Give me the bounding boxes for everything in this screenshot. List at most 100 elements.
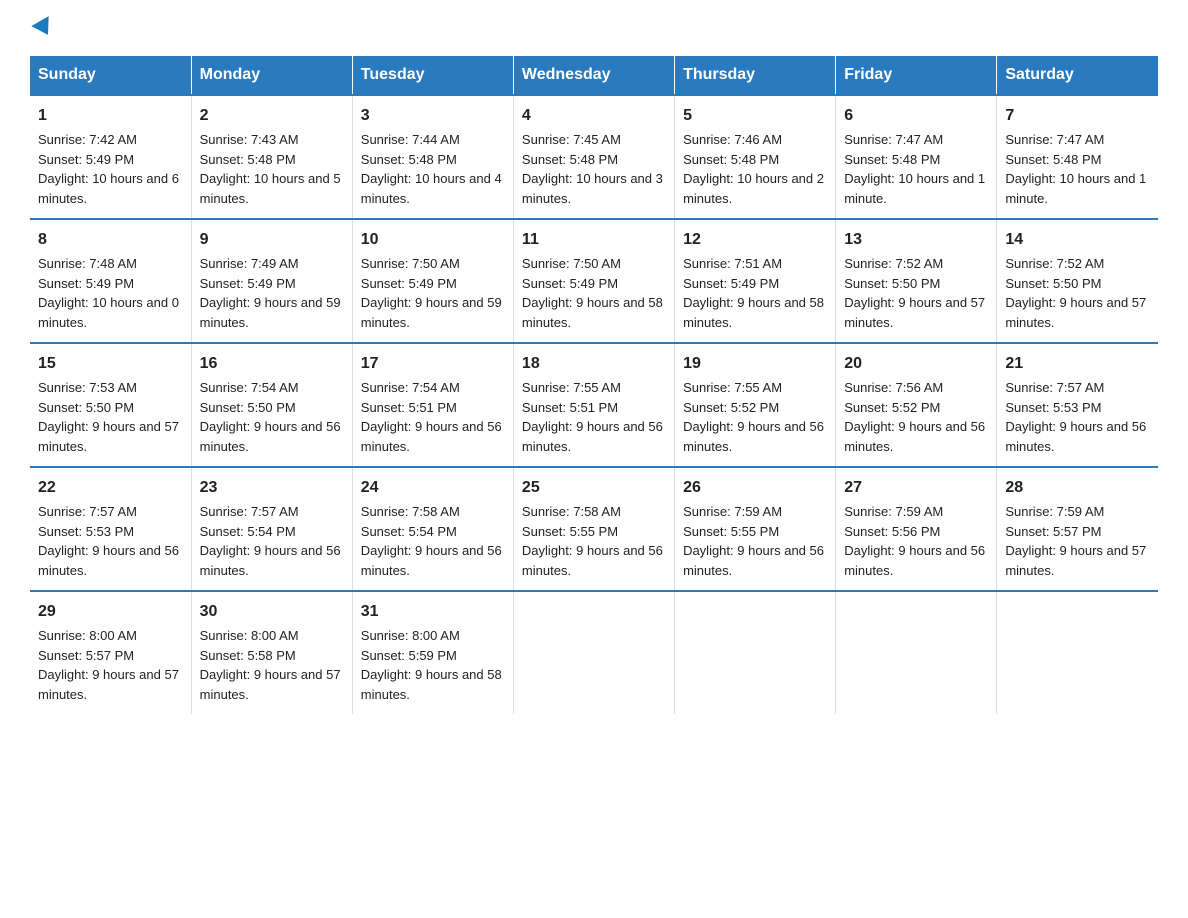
- day-number: 3: [361, 104, 505, 128]
- day-number: 23: [200, 476, 344, 500]
- calendar-cell: [997, 591, 1158, 714]
- daylight-text: Daylight: 10 hours and 0 minutes.: [38, 295, 179, 330]
- sunset-text: Sunset: 5:52 PM: [683, 400, 779, 415]
- sunset-text: Sunset: 5:48 PM: [683, 152, 779, 167]
- sunrise-text: Sunrise: 7:54 AM: [200, 380, 299, 395]
- calendar-cell: 25Sunrise: 7:58 AMSunset: 5:55 PMDayligh…: [513, 467, 674, 591]
- sunset-text: Sunset: 5:58 PM: [200, 648, 296, 663]
- sunset-text: Sunset: 5:54 PM: [361, 524, 457, 539]
- calendar-cell: 15Sunrise: 7:53 AMSunset: 5:50 PMDayligh…: [30, 343, 191, 467]
- calendar-cell: 6Sunrise: 7:47 AMSunset: 5:48 PMDaylight…: [836, 95, 997, 219]
- calendar-cell: 8Sunrise: 7:48 AMSunset: 5:49 PMDaylight…: [30, 219, 191, 343]
- sunset-text: Sunset: 5:59 PM: [361, 648, 457, 663]
- daylight-text: Daylight: 9 hours and 56 minutes.: [200, 419, 341, 454]
- sunset-text: Sunset: 5:57 PM: [1005, 524, 1101, 539]
- sunset-text: Sunset: 5:49 PM: [361, 276, 457, 291]
- column-header-sunday: Sunday: [30, 56, 191, 95]
- calendar-cell: 29Sunrise: 8:00 AMSunset: 5:57 PMDayligh…: [30, 591, 191, 714]
- sunset-text: Sunset: 5:52 PM: [844, 400, 940, 415]
- day-number: 30: [200, 600, 344, 624]
- daylight-text: Daylight: 9 hours and 57 minutes.: [200, 667, 341, 702]
- column-header-thursday: Thursday: [675, 56, 836, 95]
- calendar-cell: 26Sunrise: 7:59 AMSunset: 5:55 PMDayligh…: [675, 467, 836, 591]
- sunset-text: Sunset: 5:51 PM: [522, 400, 618, 415]
- day-number: 28: [1005, 476, 1150, 500]
- sunrise-text: Sunrise: 7:59 AM: [844, 504, 943, 519]
- calendar-cell: 5Sunrise: 7:46 AMSunset: 5:48 PMDaylight…: [675, 95, 836, 219]
- sunrise-text: Sunrise: 7:59 AM: [683, 504, 782, 519]
- sunrise-text: Sunrise: 7:42 AM: [38, 132, 137, 147]
- day-number: 4: [522, 104, 666, 128]
- sunrise-text: Sunrise: 7:55 AM: [683, 380, 782, 395]
- calendar-cell: 9 Sunrise: 7:49 AM Sunset: 5:49 PM Daylight…: [191, 219, 352, 343]
- sunrise-text: Sunrise: 7:47 AM: [1005, 132, 1104, 147]
- sunset-text: Sunset: 5:50 PM: [38, 400, 134, 415]
- day-number: 13: [844, 228, 988, 252]
- day-number: 9: [200, 228, 344, 252]
- daylight-text: Daylight: 9 hours and 57 minutes.: [1005, 543, 1146, 578]
- day-number: 18: [522, 352, 666, 376]
- sunrise-text: Sunrise: 7:43 AM: [200, 132, 299, 147]
- daylight-text: Daylight: 9 hours and 59 minutes.: [200, 295, 341, 330]
- sunset-text: Sunset: 5:50 PM: [1005, 276, 1101, 291]
- day-number: 8: [38, 228, 183, 252]
- sunrise-text: Sunrise: 7:51 AM: [683, 256, 782, 271]
- daylight-text: Daylight: 9 hours and 56 minutes.: [844, 543, 985, 578]
- day-number: 7: [1005, 104, 1150, 128]
- sunset-text: Sunset: 5:48 PM: [1005, 152, 1101, 167]
- daylight-text: Daylight: 9 hours and 56 minutes.: [844, 419, 985, 454]
- calendar-cell: 12Sunrise: 7:51 AMSunset: 5:49 PMDayligh…: [675, 219, 836, 343]
- daylight-text: Daylight: 10 hours and 1 minute.: [1005, 171, 1146, 206]
- day-number: 25: [522, 476, 666, 500]
- sunrise-text: Sunrise: 7:54 AM: [361, 380, 460, 395]
- calendar-week-row: 15 Sunrise: 7:53 AM Sunset: 5:50 PM Dayligh…: [30, 343, 1158, 467]
- daylight-text: Daylight: 9 hours and 56 minutes.: [683, 543, 824, 578]
- calendar-cell: [513, 591, 674, 714]
- sunrise-text: Sunrise: 7:50 AM: [361, 256, 460, 271]
- day-number: 2: [200, 104, 344, 128]
- sunset-text: Sunset: 5:54 PM: [200, 524, 296, 539]
- daylight-text: Daylight: 9 hours and 57 minutes.: [844, 295, 985, 330]
- sunrise-text: Sunrise: 7:57 AM: [1005, 380, 1104, 395]
- calendar-cell: 27Sunrise: 7:59 AMSunset: 5:56 PMDayligh…: [836, 467, 997, 591]
- day-number: 1: [38, 104, 183, 128]
- daylight-text: Daylight: 10 hours and 5 minutes.: [200, 171, 341, 206]
- calendar-cell: 31Sunrise: 8:00 AMSunset: 5:59 PMDayligh…: [352, 591, 513, 714]
- calendar-cell: 4 Sunrise: 7:45 AM Sunset: 5:48 PM Daylight…: [513, 95, 674, 219]
- calendar-cell: 3Sunrise: 7:44 AMSunset: 5:48 PMDaylight…: [352, 95, 513, 219]
- day-number: 21: [1005, 352, 1150, 376]
- daylight-text: Daylight: 9 hours and 56 minutes.: [38, 543, 179, 578]
- sunrise-text: Sunrise: 7:48 AM: [38, 256, 137, 271]
- calendar-cell: 24Sunrise: 7:58 AMSunset: 5:54 PMDayligh…: [352, 467, 513, 591]
- daylight-text: Daylight: 10 hours and 3 minutes.: [522, 171, 663, 206]
- sunset-text: Sunset: 5:49 PM: [38, 152, 134, 167]
- sunrise-text: Sunrise: 8:00 AM: [361, 628, 460, 643]
- calendar-week-row: 8 Sunrise: 7:48 AM Sunset: 5:49 PM Daylight…: [30, 219, 1158, 343]
- sunrise-text: Sunrise: 7:53 AM: [38, 380, 137, 395]
- sunrise-text: Sunrise: 7:49 AM: [200, 256, 299, 271]
- daylight-text: Daylight: 9 hours and 56 minutes.: [1005, 419, 1146, 454]
- calendar-cell: 19Sunrise: 7:55 AMSunset: 5:52 PMDayligh…: [675, 343, 836, 467]
- day-number: 10: [361, 228, 505, 252]
- calendar-cell: 16Sunrise: 7:54 AMSunset: 5:50 PMDayligh…: [191, 343, 352, 467]
- day-number: 29: [38, 600, 183, 624]
- calendar-cell: 14Sunrise: 7:52 AMSunset: 5:50 PMDayligh…: [997, 219, 1158, 343]
- calendar-cell: 2Sunrise: 7:43 AMSunset: 5:48 PMDaylight…: [191, 95, 352, 219]
- calendar-cell: 1Sunrise: 7:42 AMSunset: 5:49 PMDaylight…: [30, 95, 191, 219]
- sunrise-text: Sunrise: 8:00 AM: [200, 628, 299, 643]
- day-number: 15: [38, 352, 183, 376]
- page-header: [30, 20, 1158, 36]
- calendar-cell: 10Sunrise: 7:50 AMSunset: 5:49 PMDayligh…: [352, 219, 513, 343]
- sunset-text: Sunset: 5:49 PM: [200, 276, 296, 291]
- sunrise-text: Sunrise: 7:45 AM: [522, 132, 621, 147]
- day-number: 26: [683, 476, 827, 500]
- sunrise-text: Sunrise: 8:00 AM: [38, 628, 137, 643]
- sunset-text: Sunset: 5:49 PM: [522, 276, 618, 291]
- calendar-week-row: 1 Sunrise: 7:42 AM Sunset: 5:49 PM Daylight…: [30, 95, 1158, 219]
- logo-blue-text: [30, 20, 54, 36]
- day-number: 20: [844, 352, 988, 376]
- sunset-text: Sunset: 5:48 PM: [844, 152, 940, 167]
- sunset-text: Sunset: 5:48 PM: [522, 152, 618, 167]
- sunrise-text: Sunrise: 7:57 AM: [200, 504, 299, 519]
- sunset-text: Sunset: 5:53 PM: [1005, 400, 1101, 415]
